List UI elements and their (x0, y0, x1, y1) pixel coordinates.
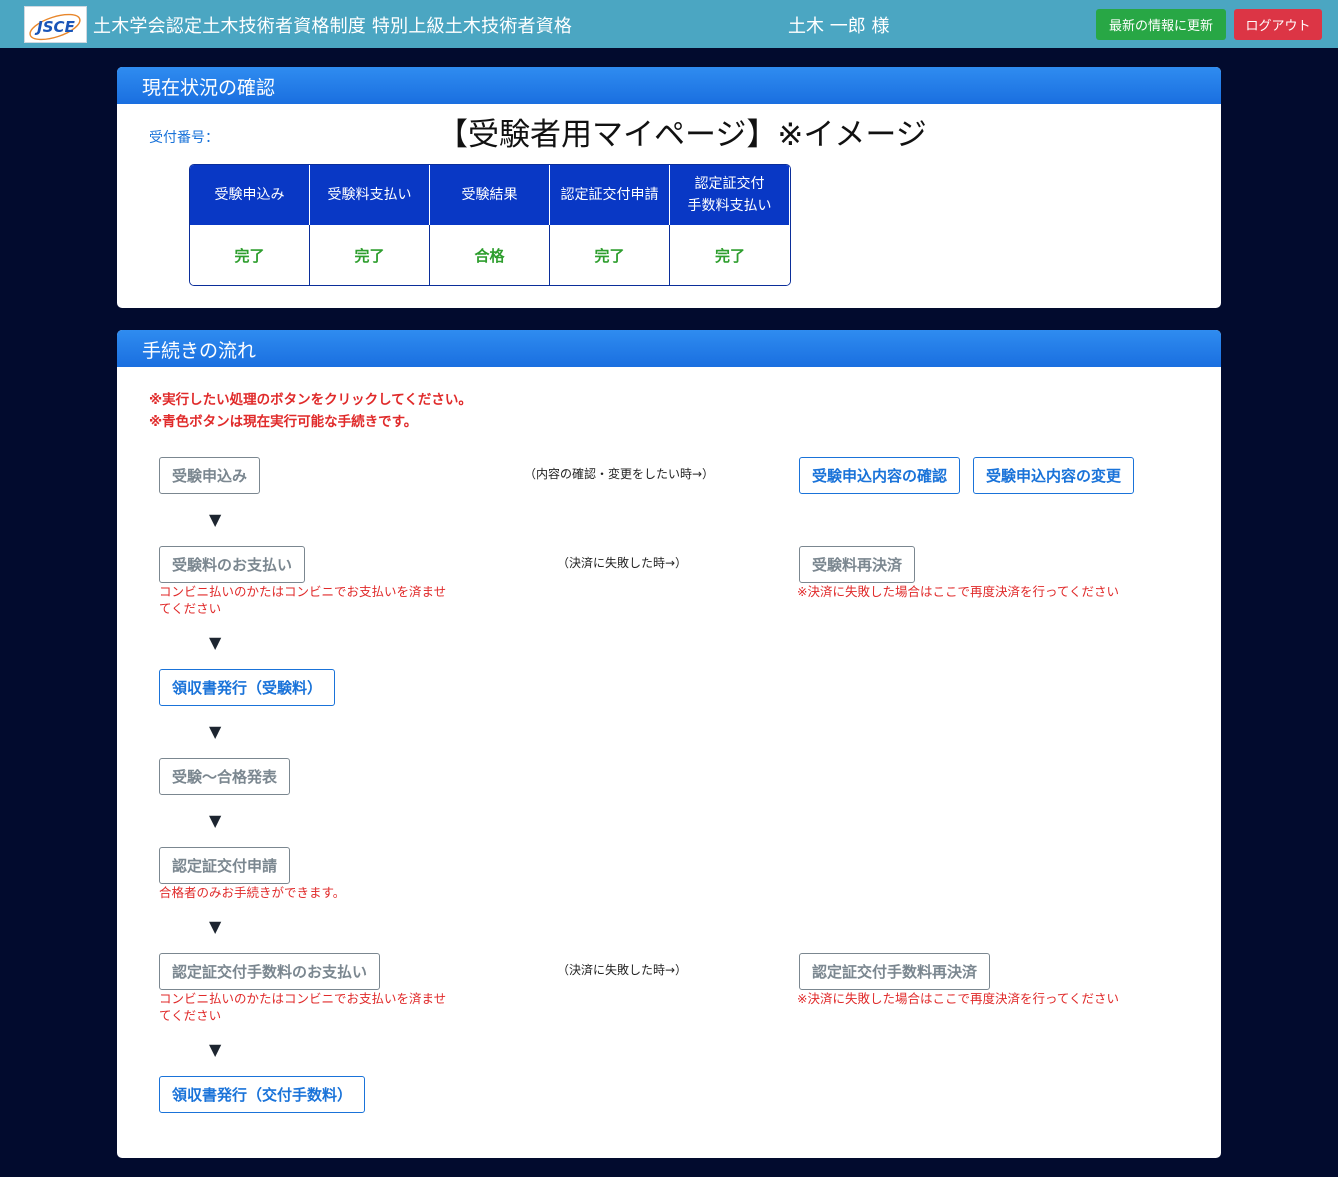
instruction-note-1: ※実行したい処理のボタンをクリックしてください。 (149, 392, 472, 408)
exam-fee-pay-button[interactable]: 受験料のお支払い (159, 546, 306, 583)
status-head-cert-fee: 認定証交付 手数料支払い (670, 165, 790, 225)
apply-button[interactable]: 受験申込み (159, 457, 261, 494)
apply-confirm-button[interactable]: 受験申込内容の確認 (799, 457, 961, 494)
exam-fee-retry-hint: （決済に失敗した時→） (557, 556, 688, 570)
exam-fee-retry-note: ※決済に失敗した場合はここで再度決済を行ってください (797, 584, 1119, 599)
status-value-cert-apply: 完了 (550, 225, 670, 285)
top-bar: JSCE 土木学会認定土木技術者資格制度 特別上級土木技術者資格 土木 一郎 様… (0, 0, 1338, 48)
jsce-logo[interactable]: JSCE (24, 6, 87, 43)
receipt-number-label: 受付番号： (149, 130, 219, 146)
status-head-exam-fee: 受験料支払い (310, 165, 430, 225)
cert-apply-button[interactable]: 認定証交付申請 (159, 847, 291, 884)
status-card: 現在状況の確認 受付番号： 【受験者用マイページ】※イメージ 受験申込み 受験料… (117, 67, 1221, 308)
logout-button[interactable]: ログアウト (1234, 9, 1322, 40)
status-value-result: 合格 (430, 225, 550, 285)
apply-hint: （内容の確認・変更をしたい時→） (524, 467, 715, 481)
flow-arrow: ▼ (209, 722, 222, 741)
site-title: 土木学会認定土木技術者資格制度 特別上級土木技術者資格 (93, 16, 573, 37)
instruction-note-2: ※青色ボタンは現在実行可能な手続きです。 (149, 414, 418, 430)
flow-arrow: ▼ (209, 633, 222, 652)
status-value-cert-fee: 完了 (670, 225, 790, 285)
cert-receipt-button[interactable]: 領収書発行（交付手数料） (159, 1076, 366, 1113)
cert-fee-retry-button[interactable]: 認定証交付手数料再決済 (799, 953, 991, 990)
status-head-apply: 受験申込み (190, 165, 310, 225)
apply-change-button[interactable]: 受験申込内容の変更 (973, 457, 1135, 494)
cert-fee-retry-note: ※決済に失敗した場合はここで再度決済を行ってください (797, 991, 1119, 1006)
cert-apply-note: 合格者のみお手続きができます。 (159, 885, 346, 900)
logo-text: JSCE (34, 18, 75, 36)
flow-arrow: ▼ (209, 811, 222, 830)
exam-fee-pay-note: コンビニ払いのかたはコンビニでお支払いを済ませてください (159, 584, 447, 616)
exam-receipt-button[interactable]: 領収書発行（受験料） (159, 669, 336, 706)
page-title: 【受験者用マイページ】※イメージ (437, 117, 927, 153)
status-value-apply: 完了 (190, 225, 310, 285)
status-card-title: 現在状況の確認 (117, 67, 1221, 104)
status-table: 受験申込み 受験料支払い 受験結果 認定証交付申請 認定証交付 手数料支払い 完… (189, 164, 791, 286)
status-value-exam-fee: 完了 (310, 225, 430, 285)
jsce-logo-icon: JSCE (29, 13, 81, 41)
refresh-button[interactable]: 最新の情報に更新 (1096, 9, 1226, 40)
exam-fee-retry-button[interactable]: 受験料再決済 (799, 546, 916, 583)
flow-arrow: ▼ (209, 510, 222, 529)
exam-result-button[interactable]: 受験〜合格発表 (159, 758, 291, 795)
flow-card: 手続きの流れ ※実行したい処理のボタンをクリックしてください。 ※青色ボタンは現… (117, 330, 1221, 1158)
user-name: 土木 一郎 様 (788, 16, 890, 37)
cert-fee-pay-button[interactable]: 認定証交付手数料のお支払い (159, 953, 381, 990)
status-head-cert-apply: 認定証交付申請 (550, 165, 670, 225)
status-head-result: 受験結果 (430, 165, 550, 225)
flow-arrow: ▼ (209, 1040, 222, 1059)
flow-card-title: 手続きの流れ (117, 330, 1221, 367)
flow-arrow: ▼ (209, 917, 222, 936)
cert-fee-pay-note: コンビニ払いのかたはコンビニでお支払いを済ませてください (159, 991, 447, 1023)
cert-fee-retry-hint: （決済に失敗した時→） (557, 963, 688, 977)
